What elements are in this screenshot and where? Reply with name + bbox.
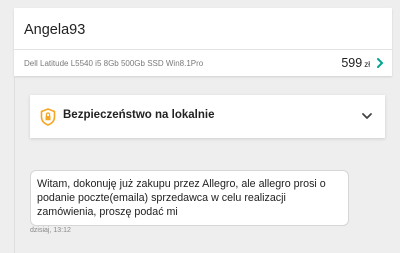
user-name: Angela93: [24, 22, 86, 38]
divider: [14, 49, 392, 50]
chevron-down-icon[interactable]: [361, 110, 373, 122]
conversation-header: Angela93 Dell Latitude L5540 i5 8Gb 500G…: [14, 8, 392, 76]
chevron-right-icon[interactable]: [374, 57, 386, 69]
safety-accordion[interactable]: Bezpieczeństwo na lokalnie: [30, 95, 385, 138]
offer-price-value: 599: [341, 56, 363, 70]
message-text: Witam, dokonuję już zakupu przez Allegro…: [37, 178, 326, 219]
offer-title[interactable]: Dell Latitude L5540 i5 8Gb 500Gb SSD Win…: [24, 59, 203, 68]
message-bubble: Witam, dokonuję już zakupu przez Allegro…: [30, 170, 349, 226]
message-timestamp: dzisiaj, 13:12: [30, 227, 71, 234]
safety-title: Bezpieczeństwo na lokalnie: [63, 109, 215, 121]
offer-price: 599 zł: [341, 56, 370, 70]
thread-line: [14, 76, 15, 253]
offer-currency: zł: [364, 60, 370, 69]
shield-lock-icon: [40, 108, 56, 126]
